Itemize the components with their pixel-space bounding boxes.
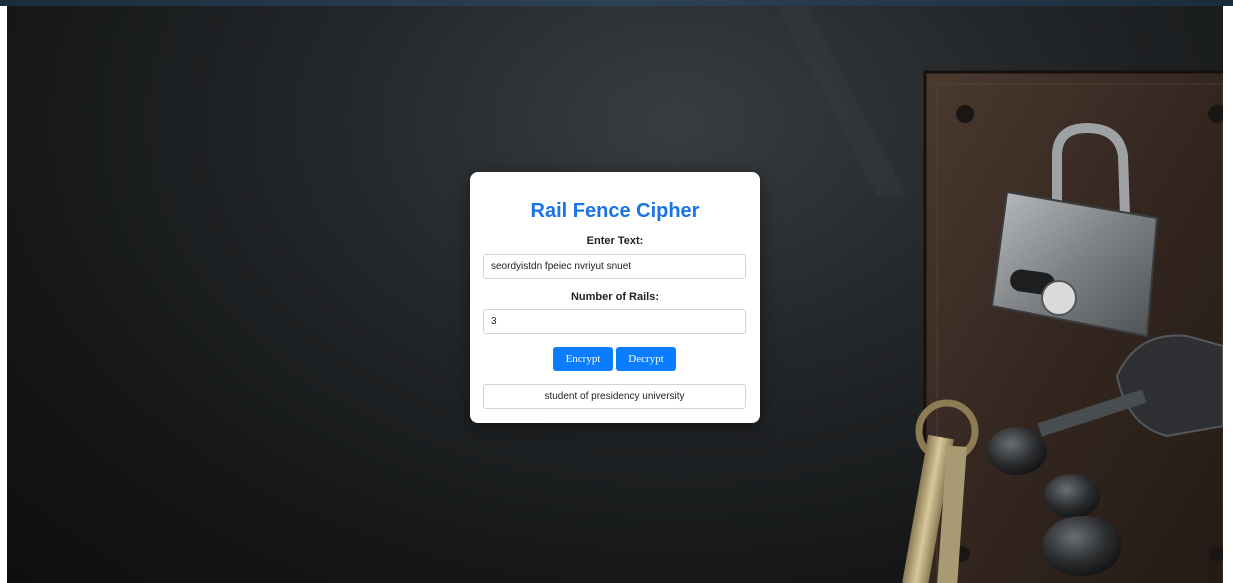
result-output: student of presidency university [483,384,746,409]
rails-label: Number of Rails: [570,291,659,303]
rails-input[interactable] [483,309,746,334]
cipher-card: Rail Fence Cipher Enter Text: Number of … [470,172,760,423]
light-streak [777,6,907,196]
decrypt-button[interactable]: Decrypt [616,347,676,371]
page-viewport: Rail Fence Cipher Enter Text: Number of … [7,6,1223,583]
encrypt-button[interactable]: Encrypt [553,347,613,371]
enter-text-label: Enter Text: [586,235,644,247]
page-title: Rail Fence Cipher [530,200,700,222]
text-input[interactable] [483,254,746,279]
